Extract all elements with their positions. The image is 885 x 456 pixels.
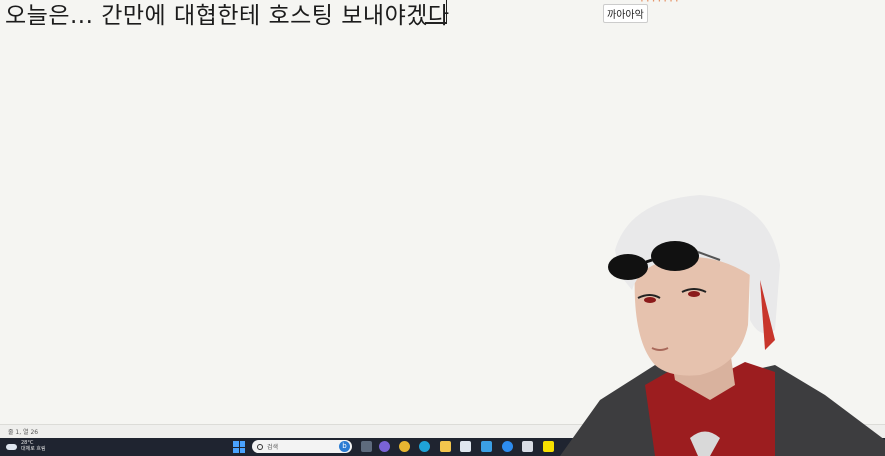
weather-cloud-icon xyxy=(6,441,18,451)
taskbar-search[interactable]: 검색 b xyxy=(252,440,352,453)
vtuber-avatar-image xyxy=(560,195,885,456)
mail-icon[interactable] xyxy=(481,441,492,452)
chat-app-icon[interactable] xyxy=(379,441,390,452)
snipping-tool-icon[interactable] xyxy=(522,441,533,452)
chrome-icon[interactable] xyxy=(399,441,410,452)
task-view-icon[interactable] xyxy=(361,441,372,452)
app-icon[interactable] xyxy=(502,441,513,452)
cursor-position: 줄 1, 열 26 xyxy=(8,429,39,436)
search-icon xyxy=(257,443,263,450)
weather-widget[interactable]: 28°C 대체로 흐림 xyxy=(6,440,46,452)
editor-text[interactable]: 오늘은... 간만에 대협한테 호스팅 보내야겠다 xyxy=(5,0,450,30)
kakaotalk-icon[interactable] xyxy=(543,441,554,452)
file-explorer-icon[interactable] xyxy=(440,441,451,452)
chat-overlay-message: 까아아악 xyxy=(603,4,648,23)
store-icon[interactable] xyxy=(460,441,471,452)
weather-desc: 대체로 흐림 xyxy=(21,446,46,452)
windows-start-icon[interactable] xyxy=(233,441,245,453)
edge-icon[interactable] xyxy=(419,441,430,452)
search-placeholder: 검색 xyxy=(267,444,279,451)
text-caret xyxy=(425,0,447,24)
bing-icon[interactable]: b xyxy=(339,441,350,452)
